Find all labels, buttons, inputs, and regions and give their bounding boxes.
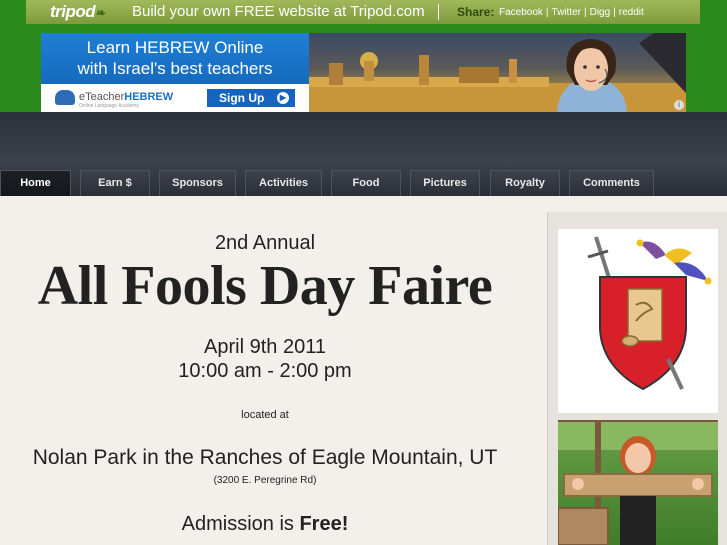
tripod-logo-text: tripod bbox=[50, 2, 96, 21]
nav-tab-earn[interactable]: Earn $ bbox=[80, 170, 150, 196]
event-date: April 9th 2011 bbox=[204, 336, 326, 358]
wooden-bench bbox=[558, 507, 609, 545]
event-subtitle: 2nd Annual bbox=[214, 232, 316, 254]
event-time: 10:00 am - 2:00 pm bbox=[178, 360, 352, 382]
ad-brand-suffix: HEBREW bbox=[124, 91, 174, 103]
ad-headline-line-1: Learn HEBREW Online bbox=[86, 38, 264, 57]
leaf-icon: ❧ bbox=[95, 6, 105, 20]
tripod-banner: tripod❧ Build your own FREE website at T… bbox=[26, 0, 700, 24]
share-twitter-link[interactable]: Twitter bbox=[552, 7, 581, 18]
separator: | bbox=[583, 7, 587, 18]
jester-crest-illustration bbox=[587, 236, 712, 391]
girl-illustration bbox=[620, 436, 656, 476]
admission-text: Admission is Free! bbox=[0, 513, 530, 536]
share-digg-link[interactable]: Digg bbox=[590, 7, 611, 18]
ad-brand-sub: Online Language Academy bbox=[79, 103, 140, 109]
ad-jerusalem-photo: i bbox=[309, 33, 686, 112]
main-nav: Home Earn $ Sponsors Activities Food Pic… bbox=[0, 170, 727, 196]
nav-tab-activities[interactable]: Activities bbox=[245, 170, 322, 196]
share-reddit-link[interactable]: reddit bbox=[619, 7, 644, 18]
sidebar bbox=[547, 212, 727, 545]
girl-in-stocks-photo bbox=[558, 420, 718, 545]
left-hand-illustration bbox=[572, 478, 584, 490]
share-links: Facebook | Twitter | Digg | reddit bbox=[499, 7, 644, 18]
nav-tab-comments[interactable]: Comments bbox=[569, 170, 654, 196]
tripod-logo[interactable]: tripod❧ bbox=[50, 2, 105, 22]
located-at-label: located at bbox=[241, 409, 289, 421]
nav-tab-royalty[interactable]: Royalty bbox=[490, 170, 560, 196]
advertisement-banner[interactable]: Learn HEBREW Online with Israel's best t… bbox=[41, 33, 686, 112]
ad-illustration bbox=[309, 33, 686, 112]
girl-in-stocks-illustration bbox=[558, 420, 718, 545]
right-hand-illustration bbox=[692, 478, 704, 490]
ad-brand: eTeacherHEBREW bbox=[79, 91, 173, 103]
ad-text-panel: Learn HEBREW Online with Israel's best t… bbox=[41, 33, 309, 112]
ad-headline: Learn HEBREW Online with Israel's best t… bbox=[41, 37, 309, 79]
tripod-tagline-link[interactable]: Build your own FREE website at Tripod.co… bbox=[132, 3, 425, 20]
girl-shirt-illustration bbox=[620, 496, 656, 545]
nav-tab-home[interactable]: Home bbox=[0, 170, 71, 196]
eteacher-logo-icon bbox=[55, 90, 75, 105]
jester-crest-image bbox=[558, 229, 718, 413]
ad-signup-button[interactable]: Sign Up ▶ bbox=[207, 89, 295, 107]
admission-prefix: Admission is bbox=[181, 513, 300, 535]
ad-brand-strip: eTeacherHEBREW Online Language Academy S… bbox=[41, 84, 309, 112]
ad-brand-prefix: eTeacher bbox=[79, 91, 125, 103]
admission-value: Free! bbox=[299, 513, 349, 535]
ad-signup-label: Sign Up bbox=[219, 91, 265, 105]
tutor-woman-illustration bbox=[557, 39, 627, 112]
separator: | bbox=[613, 7, 616, 18]
divider bbox=[438, 4, 439, 20]
event-venue: Nolan Park in the Ranches of Eagle Mount… bbox=[32, 446, 498, 469]
nav-tab-food[interactable]: Food bbox=[331, 170, 401, 196]
info-icon[interactable]: i bbox=[674, 100, 684, 110]
ad-headline-line-2: with Israel's best teachers bbox=[77, 59, 273, 78]
sword-illustration bbox=[587, 236, 612, 282]
city-walls-illustration bbox=[309, 52, 686, 112]
nav-tab-sponsors[interactable]: Sponsors bbox=[159, 170, 236, 196]
page-title: All Fools Day Faire bbox=[37, 255, 493, 317]
wooden-stocks bbox=[563, 473, 713, 497]
share-facebook-link[interactable]: Facebook bbox=[499, 7, 543, 18]
separator: | bbox=[545, 7, 549, 18]
scroll-illustration bbox=[621, 288, 663, 347]
nav-tab-pictures[interactable]: Pictures bbox=[410, 170, 480, 196]
event-address: (3200 E. Peregrine Rd) bbox=[213, 475, 317, 486]
share-label: Share: bbox=[457, 5, 495, 19]
arrow-right-icon: ▶ bbox=[277, 92, 289, 104]
